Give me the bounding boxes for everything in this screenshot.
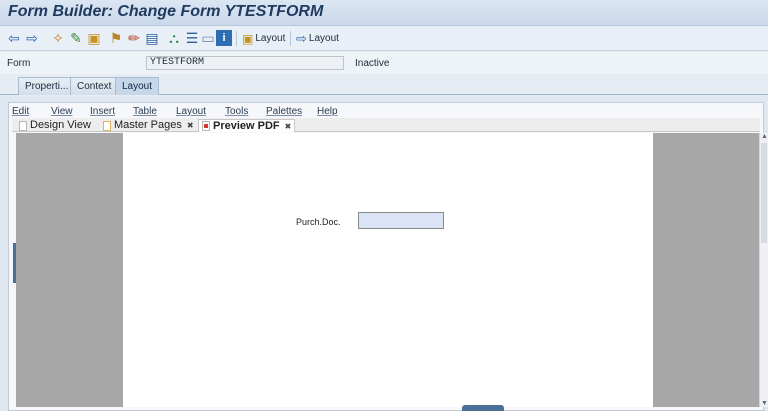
doc-tab-design-view[interactable]: Design View bbox=[16, 119, 94, 132]
menu-layout[interactable]: Layout bbox=[176, 106, 206, 117]
tab-context[interactable]: Context bbox=[70, 77, 119, 95]
application-toolbar: ⇦ ⇨ ✧ ✎ ▣ ⚑ ✏ ▤ ⛬ ☰ ▭ i ▣ Layout ⇨ Layou… bbox=[0, 27, 768, 51]
other-object-icon[interactable]: ✧ bbox=[50, 30, 66, 46]
pattern-icon[interactable]: ☰ bbox=[184, 30, 200, 46]
toolbar-separator bbox=[236, 31, 237, 46]
doc-tab-label: Master Pages bbox=[114, 119, 182, 131]
check-icon[interactable]: ⚑ bbox=[108, 30, 124, 46]
tab-strip: Properti... Context Layout bbox=[0, 74, 768, 95]
menu-view[interactable]: View bbox=[51, 106, 73, 117]
doc-tab-label: Design View bbox=[30, 119, 91, 131]
close-icon[interactable]: ✖ bbox=[285, 120, 292, 133]
doc-tab-label: Preview PDF bbox=[213, 119, 280, 132]
layout-button[interactable]: ▣ Layout bbox=[242, 30, 285, 47]
forward-arrow-icon[interactable]: ⇨ bbox=[24, 30, 40, 46]
scroll-down-icon[interactable]: ▼ bbox=[760, 400, 768, 407]
form-label: Form bbox=[7, 58, 31, 69]
forward-arrow-icon: ⇨ bbox=[296, 30, 307, 46]
layout-button-label: Layout bbox=[255, 33, 286, 44]
menu-table[interactable]: Table bbox=[133, 106, 157, 117]
menu-edit[interactable]: Edit bbox=[12, 106, 29, 117]
tab-properties[interactable]: Properti... bbox=[18, 77, 76, 95]
purch-doc-field[interactable] bbox=[358, 212, 444, 229]
menu-tools[interactable]: Tools bbox=[225, 106, 248, 117]
layout-arrow-button-label: Layout bbox=[308, 33, 339, 44]
hierarchy-icon[interactable]: ⛬ bbox=[166, 30, 182, 46]
back-arrow-icon[interactable]: ⇦ bbox=[6, 30, 22, 46]
activate-icon[interactable]: ▣ bbox=[86, 30, 102, 46]
doc-tab-preview-pdf[interactable]: Preview PDF ✖ bbox=[198, 119, 296, 133]
tab-layout[interactable]: Layout bbox=[115, 77, 160, 95]
layout-arrow-button[interactable]: ⇨ Layout bbox=[296, 30, 339, 47]
menu-insert[interactable]: Insert bbox=[90, 106, 115, 117]
menu-palettes[interactable]: Palettes bbox=[266, 106, 302, 117]
vertical-scrollbar[interactable]: ▲ ▼ bbox=[759, 133, 768, 407]
pdf-icon bbox=[202, 121, 210, 131]
close-icon[interactable]: ✖ bbox=[187, 119, 194, 132]
status-text: Inactive bbox=[355, 58, 390, 69]
bottom-panel-handle[interactable] bbox=[462, 405, 504, 411]
purch-doc-label: Purch.Doc. bbox=[296, 217, 341, 227]
preview-page bbox=[123, 133, 653, 407]
menu-help[interactable]: Help bbox=[317, 106, 338, 117]
form-name-field[interactable]: YTESTFORM bbox=[146, 56, 344, 70]
table-icon[interactable]: ▭ bbox=[200, 30, 216, 46]
document-tabs: Design View Master Pages ✖ Preview PDF ✖ bbox=[12, 118, 760, 132]
scroll-thumb[interactable] bbox=[761, 143, 767, 243]
window-title: Form Builder: Change Form YTESTFORM bbox=[8, 3, 324, 20]
toolbar-separator bbox=[290, 31, 291, 46]
document-icon bbox=[103, 120, 111, 131]
scroll-up-icon[interactable]: ▲ bbox=[760, 133, 768, 140]
designer-menu-bar: Edit View Insert Table Layout Tools Pale… bbox=[12, 106, 612, 118]
document-icon bbox=[19, 120, 27, 131]
where-used-icon[interactable]: ▤ bbox=[144, 30, 160, 46]
display-change-icon[interactable]: ✎ bbox=[68, 30, 84, 46]
doc-tab-master-pages[interactable]: Master Pages ✖ bbox=[100, 119, 197, 132]
form-header: Form YTESTFORM Inactive bbox=[0, 52, 768, 74]
title-bar: Form Builder: Change Form YTESTFORM bbox=[0, 0, 768, 26]
splitter-handle[interactable] bbox=[13, 243, 16, 283]
layout-icon: ▣ bbox=[242, 31, 254, 46]
info-icon[interactable]: i bbox=[216, 30, 232, 46]
test-icon[interactable]: ✏ bbox=[126, 30, 142, 46]
